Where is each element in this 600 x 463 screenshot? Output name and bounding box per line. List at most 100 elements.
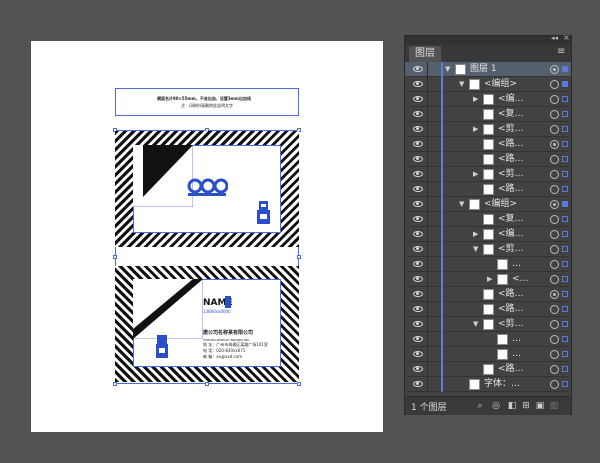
visibility-eye-icon[interactable] bbox=[413, 366, 423, 372]
target-circle-icon[interactable] bbox=[550, 110, 559, 119]
layer-row[interactable]: ▼ 图层 1 bbox=[405, 62, 571, 77]
target-circle-icon[interactable] bbox=[550, 215, 559, 224]
target-circle-icon[interactable] bbox=[550, 95, 559, 104]
layer-name[interactable]: <剪… bbox=[498, 242, 524, 257]
visibility-eye-icon[interactable] bbox=[413, 351, 423, 357]
target-circle-icon[interactable] bbox=[550, 260, 559, 269]
target-circle-icon[interactable] bbox=[550, 170, 559, 179]
selection-square-icon[interactable] bbox=[562, 81, 568, 87]
expand-arrow-icon[interactable]: ▼ bbox=[473, 320, 478, 328]
close-icon[interactable]: × bbox=[563, 33, 570, 42]
selection-handle-ml[interactable] bbox=[113, 255, 117, 259]
layer-row[interactable]: <路… bbox=[405, 182, 571, 197]
selection-square-icon[interactable] bbox=[562, 231, 568, 237]
selection-square-icon[interactable] bbox=[562, 186, 568, 192]
lock-column[interactable] bbox=[427, 152, 428, 167]
expand-arrow-icon[interactable]: ▶ bbox=[473, 125, 478, 133]
visibility-eye-icon[interactable] bbox=[413, 276, 423, 282]
layer-name[interactable]: <复… bbox=[498, 107, 524, 122]
lock-column[interactable] bbox=[427, 92, 428, 107]
selection-square-icon[interactable] bbox=[562, 291, 568, 297]
header-text-selection[interactable] bbox=[115, 88, 299, 116]
layer-name[interactable]: <编… bbox=[498, 227, 524, 242]
visibility-eye-icon[interactable] bbox=[413, 111, 423, 117]
layer-name[interactable]: <路… bbox=[498, 152, 524, 167]
visibility-eye-icon[interactable] bbox=[413, 231, 423, 237]
new-layer-icon[interactable]: ▣ bbox=[535, 401, 545, 411]
delete-icon[interactable]: ▥ bbox=[549, 401, 559, 411]
lock-column[interactable] bbox=[427, 197, 428, 212]
target-circle-icon[interactable] bbox=[550, 350, 559, 359]
selection-handle-bm[interactable] bbox=[205, 382, 209, 386]
visibility-eye-icon[interactable] bbox=[413, 306, 423, 312]
visibility-eye-icon[interactable] bbox=[413, 186, 423, 192]
layer-name[interactable]: <剪… bbox=[498, 122, 524, 137]
target-circle-icon[interactable] bbox=[550, 140, 559, 149]
layer-row[interactable]: ▶ <剪… bbox=[405, 167, 571, 182]
lock-column[interactable] bbox=[427, 377, 428, 392]
layer-name[interactable]: <路… bbox=[498, 182, 524, 197]
expand-arrow-icon[interactable]: ▶ bbox=[487, 275, 492, 283]
collapse-icon[interactable]: ◂◂ bbox=[551, 34, 558, 42]
tab-layers[interactable]: 图层 bbox=[409, 46, 441, 62]
lock-column[interactable] bbox=[427, 302, 428, 317]
layer-row[interactable]: … bbox=[405, 332, 571, 347]
layer-row[interactable]: <路… bbox=[405, 287, 571, 302]
layer-name[interactable]: <… bbox=[512, 272, 529, 287]
visibility-eye-icon[interactable] bbox=[413, 291, 423, 297]
lock-column[interactable] bbox=[427, 167, 428, 182]
layer-name[interactable]: <编组> bbox=[484, 77, 517, 92]
layer-row[interactable]: ▶ <编… bbox=[405, 227, 571, 242]
layer-name[interactable]: … bbox=[512, 332, 521, 347]
layer-row[interactable]: 字体：… bbox=[405, 377, 571, 392]
selection-square-icon[interactable] bbox=[562, 156, 568, 162]
layer-row[interactable]: <复… bbox=[405, 212, 571, 227]
layer-row[interactable]: <复… bbox=[405, 107, 571, 122]
target-circle-icon[interactable] bbox=[550, 365, 559, 374]
selection-square-icon[interactable] bbox=[562, 171, 568, 177]
lock-column[interactable] bbox=[427, 137, 428, 152]
new-sublayer-icon[interactable]: ⊞ bbox=[521, 401, 531, 411]
lock-column[interactable] bbox=[427, 332, 428, 347]
artboard[interactable]: 横版名片90×55mm，不含出血，设置3mm出血线 注：印刷时请删除此说明文字 … bbox=[31, 41, 383, 432]
layer-name[interactable]: … bbox=[512, 347, 521, 362]
panel-title-bar[interactable]: ◂◂ × bbox=[405, 33, 571, 44]
selection-square-icon[interactable] bbox=[562, 216, 568, 222]
expand-arrow-icon[interactable]: ▼ bbox=[445, 65, 450, 73]
selection-handle-br[interactable] bbox=[297, 382, 301, 386]
layer-name[interactable]: <复… bbox=[498, 212, 524, 227]
layer-row[interactable]: … bbox=[405, 257, 571, 272]
visibility-eye-icon[interactable] bbox=[413, 381, 423, 387]
layer-row[interactable]: ▶ <剪… bbox=[405, 122, 571, 137]
lock-column[interactable] bbox=[427, 77, 428, 92]
selection-square-icon[interactable] bbox=[562, 336, 568, 342]
layer-row[interactable]: … bbox=[405, 347, 571, 362]
visibility-eye-icon[interactable] bbox=[413, 66, 423, 72]
visibility-eye-icon[interactable] bbox=[413, 321, 423, 327]
expand-arrow-icon[interactable]: ▶ bbox=[473, 95, 478, 103]
visibility-eye-icon[interactable] bbox=[413, 126, 423, 132]
target-circle-icon[interactable] bbox=[550, 65, 559, 74]
selection-square-icon[interactable] bbox=[562, 351, 568, 357]
lock-column[interactable] bbox=[427, 62, 428, 77]
target-circle-icon[interactable] bbox=[550, 155, 559, 164]
selection-handle-bl[interactable] bbox=[113, 382, 117, 386]
layer-row[interactable]: ▼ <剪… bbox=[405, 242, 571, 257]
expand-arrow-icon[interactable]: ▼ bbox=[459, 200, 464, 208]
layer-row[interactable]: ▶ <… bbox=[405, 272, 571, 287]
lock-column[interactable] bbox=[427, 362, 428, 377]
layer-name[interactable]: <剪… bbox=[498, 317, 524, 332]
visibility-eye-icon[interactable] bbox=[413, 261, 423, 267]
visibility-eye-icon[interactable] bbox=[413, 81, 423, 87]
selection-square-icon[interactable] bbox=[562, 66, 568, 72]
visibility-eye-icon[interactable] bbox=[413, 171, 423, 177]
visibility-eye-icon[interactable] bbox=[413, 201, 423, 207]
layer-row[interactable]: <路… bbox=[405, 362, 571, 377]
layer-name[interactable]: <路… bbox=[498, 362, 524, 377]
visibility-eye-icon[interactable] bbox=[413, 141, 423, 147]
layer-row[interactable]: <路… bbox=[405, 152, 571, 167]
expand-arrow-icon[interactable]: ▼ bbox=[459, 80, 464, 88]
search-icon[interactable]: ⌕ bbox=[475, 401, 485, 411]
expand-arrow-icon[interactable]: ▶ bbox=[473, 170, 478, 178]
visibility-eye-icon[interactable] bbox=[413, 156, 423, 162]
